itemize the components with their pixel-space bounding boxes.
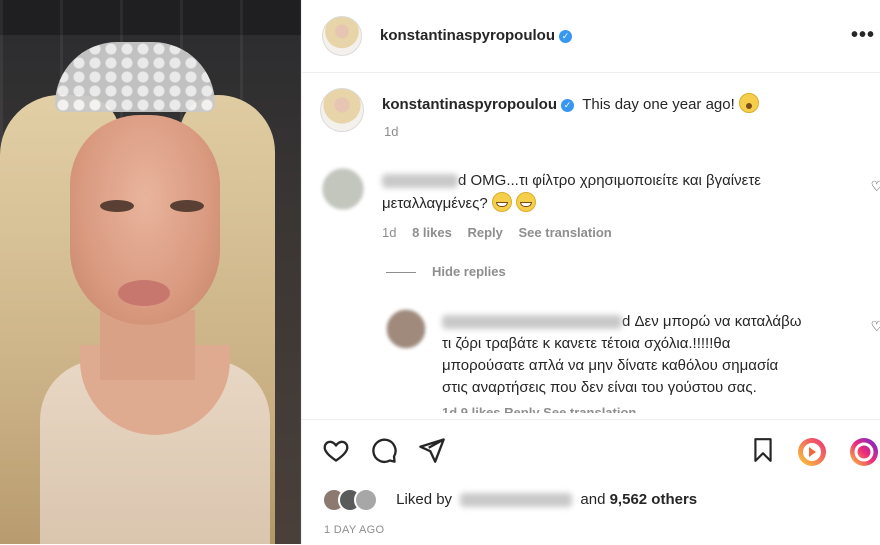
lips xyxy=(118,280,170,306)
action-bar xyxy=(302,419,880,545)
reply-line3: μπορούσατε απλά να μην δίνατε καθόλου ση… xyxy=(442,357,779,374)
liker-avatar[interactable] xyxy=(354,488,378,512)
reply-meta: 1d 9 likes Reply See translation xyxy=(442,405,637,413)
laughing-emoji-icon xyxy=(515,192,536,212)
likes-and: and xyxy=(580,490,606,508)
reply-username-blurred[interactable] xyxy=(442,315,622,330)
hide-replies-row[interactable]: Hide replies xyxy=(386,264,506,279)
share-icon[interactable] xyxy=(418,436,446,469)
reply-comment: d Δεν μπορώ να καταλάβω τι ζόρι τραβάτε … xyxy=(442,311,852,413)
reply-heart-icon[interactable]: ♡ xyxy=(870,318,880,335)
commenter-username-blurred[interactable] xyxy=(382,174,458,189)
username[interactable]: konstantinaspyropoulou xyxy=(380,27,555,44)
comment-text-line1: d OMG...τι φίλτρο χρησιμοποιείτε και βγα… xyxy=(458,172,761,189)
post-panel: konstantinaspyropoulou ✓ ••• konstantinas… xyxy=(301,0,880,544)
heart-icon[interactable] xyxy=(322,436,350,469)
comment-age: 1d xyxy=(382,225,397,240)
reels-icon[interactable] xyxy=(796,436,828,473)
bookmark-icon[interactable] xyxy=(750,436,776,469)
caption-age: 1d xyxy=(384,124,399,139)
avatar[interactable] xyxy=(322,16,362,56)
reply-line1: d Δεν μπορώ να καταλάβω xyxy=(622,313,802,330)
more-icon[interactable]: ••• xyxy=(851,24,875,47)
reply-line2: τι ζόρι τραβάτε κ κανετε τέτοια σχόλια.!… xyxy=(442,335,731,352)
commenter-avatar[interactable] xyxy=(322,168,364,210)
see-translation-button[interactable]: See translation xyxy=(519,225,612,240)
caption-username[interactable]: konstantinaspyropoulou xyxy=(382,96,557,113)
reply-button[interactable]: Reply xyxy=(467,225,502,240)
liked-by-label: Liked by xyxy=(396,490,453,508)
caption-text: This day one year ago! xyxy=(582,96,735,113)
eye-right xyxy=(170,200,204,212)
instagram-icon[interactable] xyxy=(848,436,880,473)
header-user[interactable]: konstantinaspyropoulou ✓ xyxy=(380,27,573,45)
comment-heart-icon[interactable]: ♡ xyxy=(870,178,880,195)
likes-row: Liked by and 9,562 others xyxy=(322,488,697,512)
post-photo[interactable] xyxy=(0,0,301,544)
shocked-emoji-icon xyxy=(738,93,759,113)
liker-username-blurred[interactable] xyxy=(460,493,573,507)
caption: konstantinaspyropoulou ✓ This day one yea… xyxy=(382,93,759,113)
comment-text-line2: μεταλλαγμένες? xyxy=(382,195,488,212)
verified-icon: ✓ xyxy=(559,30,573,43)
laughing-emoji-icon xyxy=(491,192,512,212)
likes-count[interactable]: 9,562 others xyxy=(610,491,698,508)
reply-avatar[interactable] xyxy=(386,309,426,349)
caption-avatar[interactable] xyxy=(320,88,364,132)
post-date: 1 DAY AGO xyxy=(324,524,385,536)
comment-icon[interactable] xyxy=(370,436,398,469)
verified-icon: ✓ xyxy=(561,99,575,112)
comment: d OMG...τι φίλτρο χρησιμοποιείτε και βγα… xyxy=(382,170,842,240)
reply-line4: στις αναρτήσεις που δεν είναι του γούστο… xyxy=(442,379,757,396)
hide-replies-button[interactable]: Hide replies xyxy=(432,264,506,279)
divider xyxy=(386,272,416,274)
post-header: konstantinaspyropoulou ✓ ••• xyxy=(302,0,880,73)
eye-left xyxy=(100,200,134,212)
comment-likes[interactable]: 8 likes xyxy=(412,225,452,240)
